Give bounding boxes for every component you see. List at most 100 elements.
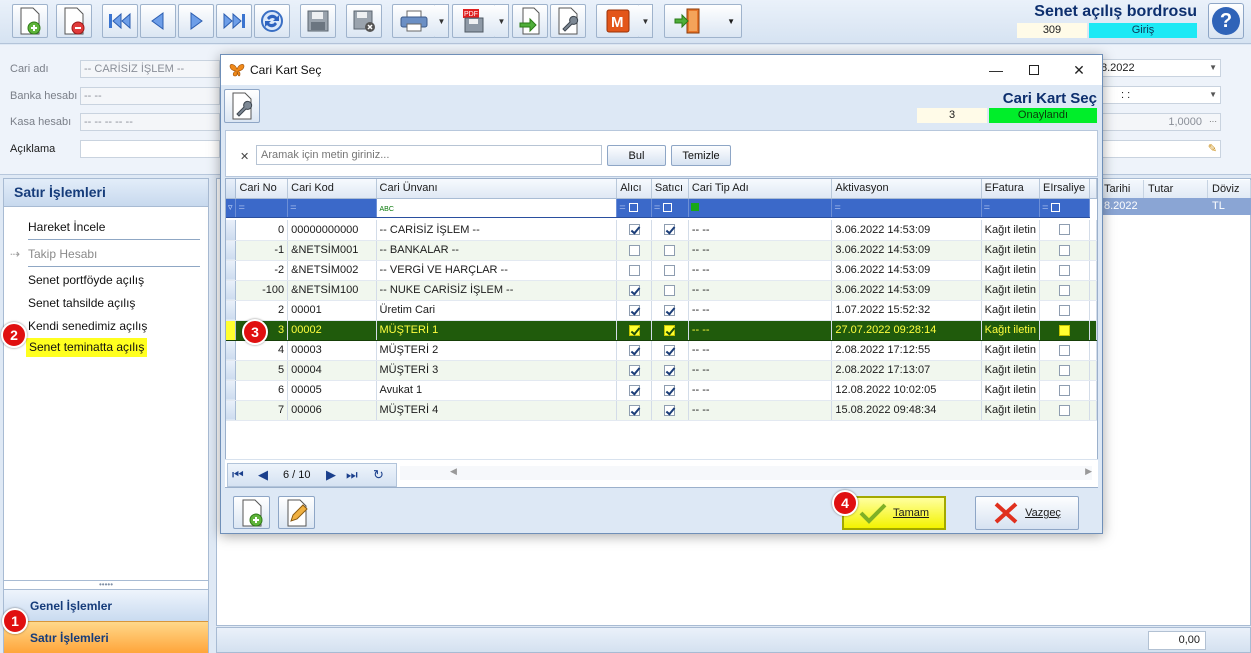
aciklama-extra-field[interactable]: ✎ [1097,140,1221,158]
cell-cari-tip[interactable]: -- -- [688,400,833,421]
col-alici[interactable]: Alıcı [616,179,652,199]
scroll-left-icon[interactable]: ◀ [450,466,457,477]
cell-cari-tip[interactable]: -- -- [688,360,833,381]
chevron-down-icon[interactable]: ▼ [1209,87,1217,103]
detail-cell-tutar[interactable] [1144,198,1208,215]
cell-efatura[interactable]: Kağıt iletin [981,280,1040,301]
cell-satici[interactable] [651,220,689,241]
cell-aktivasyon[interactable]: 12.08.2022 10:02:05 [831,380,982,401]
detail-cell-tarihi[interactable]: 8.2022 [1100,198,1144,215]
cell-eirsaliye[interactable] [1039,340,1090,361]
table-row[interactable]: 0 00000000000 -- CARİSİZ İŞLEM -- -- -- 3.06… [226,220,1097,241]
col-cari-no[interactable]: Cari No [235,179,289,199]
checkbox[interactable] [1058,324,1070,336]
cell-aktivasyon[interactable]: 1.07.2022 15:52:32 [831,300,982,321]
tab-genel-islemler[interactable]: Genel İşlemler [4,589,208,621]
row-indicator[interactable] [226,360,237,381]
cell-cari-kod[interactable]: 00002 [287,320,377,341]
checkbox[interactable] [664,264,676,276]
banka-hesabi-field[interactable]: -- -- [80,87,220,105]
cell-cari-no[interactable]: 0 [235,220,289,241]
filter-cari-unvani[interactable]: ABC [376,198,618,218]
exit-button[interactable]: ▼ [664,4,742,38]
cell-cari-tip[interactable]: -- -- [688,320,833,341]
m-button[interactable]: M [596,4,640,38]
filter-cari-no[interactable]: = [235,198,289,218]
cari-adi-field[interactable]: -- CARİSİZ İŞLEM -- [80,60,220,78]
cell-satici[interactable] [651,320,689,341]
left-item-senet-portfoyde[interactable]: Senet portföyde açılış [28,273,144,287]
pdf-export-button[interactable]: PDF [452,4,496,38]
cell-efatura[interactable]: Kağıt iletin [981,380,1040,401]
cell-efatura[interactable]: Kağıt iletin [981,240,1040,261]
checkbox[interactable] [628,264,640,276]
cell-aktivasyon[interactable]: 15.08.2022 09:48:34 [831,400,982,421]
checkbox[interactable] [664,384,676,396]
cell-cari-kod[interactable]: 00000000000 [287,220,377,241]
cell-alici[interactable] [616,380,652,401]
edit-cari-button[interactable] [278,496,315,529]
cell-cari-no[interactable]: 2 [235,300,289,321]
cell-cari-tip[interactable]: -- -- [688,300,833,321]
left-item-hareket-incele[interactable]: Hareket İncele [28,220,105,234]
row-indicator[interactable] [226,260,237,281]
cell-satici[interactable] [651,280,689,301]
new-button[interactable] [12,4,48,38]
checkbox[interactable] [1058,404,1070,416]
next-record-icon[interactable]: ▶ [326,467,336,483]
row-indicator[interactable] [226,340,237,361]
filter-efatura[interactable]: = [981,198,1040,218]
table-row[interactable]: 3 00002 MÜŞTERİ 1 -- -- 27.07.2022 09:28:14 K… [226,320,1097,341]
cell-alici[interactable] [616,220,652,241]
last-record-icon[interactable]: ⏭ [346,467,358,483]
cell-alici[interactable] [616,340,652,361]
detail-col-doviz[interactable]: Döviz [1208,180,1251,198]
checkbox[interactable] [664,244,676,256]
refresh-button[interactable] [254,4,290,38]
tab-satir-islemleri[interactable]: Satır İşlemleri [4,621,208,653]
new-cari-button[interactable] [233,496,270,529]
cell-aktivasyon[interactable]: 3.06.2022 14:53:09 [831,280,982,301]
table-row[interactable]: 2 00001 Üretim Cari -- -- 1.07.2022 15:52:32… [226,300,1097,321]
cell-efatura[interactable]: Kağıt iletin [981,220,1040,241]
cell-satici[interactable] [651,400,689,421]
col-cari-unvani[interactable]: Cari Ünvanı [376,179,618,199]
cell-satici[interactable] [651,240,689,261]
cell-eirsaliye[interactable] [1039,300,1090,321]
cell-cari-kod[interactable]: 00001 [287,300,377,321]
checkbox[interactable] [628,244,640,256]
cell-aktivasyon[interactable]: 3.06.2022 14:53:09 [831,240,982,261]
pdf-dropdown[interactable]: ▼ [495,4,509,38]
table-row[interactable]: -100 &NETSİM100 -- NUKE CARİSİZ İŞLEM -- --… [226,280,1097,301]
checkbox[interactable] [1058,284,1070,296]
detail-col-tutar[interactable]: Tutar [1144,180,1208,198]
checkbox[interactable] [628,224,640,236]
cell-alici[interactable] [616,400,652,421]
row-indicator[interactable] [226,320,237,341]
cell-satici[interactable] [651,300,689,321]
checkbox[interactable] [1058,244,1070,256]
table-row[interactable]: -2 &NETSİM002 -- VERGİ VE HARÇLAR -- -- -- 3… [226,260,1097,281]
chevron-down-icon[interactable]: ▼ [1209,60,1217,76]
cell-efatura[interactable]: Kağıt iletin [981,340,1040,361]
cell-alici[interactable] [616,260,652,281]
cell-cari-no[interactable]: 7 [235,400,289,421]
previous-record-button[interactable] [140,4,176,38]
col-cari-tip-adi[interactable]: Cari Tip Adı [688,179,833,199]
cell-eirsaliye[interactable] [1039,280,1090,301]
filter-eirsaliye[interactable]: = [1039,198,1090,218]
cell-alici[interactable] [616,300,652,321]
cell-cari-unvani[interactable]: -- CARİSİZ İŞLEM -- [376,220,618,241]
refresh-icon[interactable]: ↻ [373,467,384,483]
checkbox[interactable] [628,284,640,296]
maximize-button[interactable] [1016,58,1052,82]
left-item-senet-teminatta[interactable]: Senet teminatta açılış [26,338,148,357]
row-indicator[interactable] [226,380,237,401]
checkbox[interactable] [1058,264,1070,276]
cell-aktivasyon[interactable]: 3.06.2022 14:53:09 [831,260,982,281]
cell-satici[interactable] [651,260,689,281]
cell-cari-tip[interactable]: -- -- [688,280,833,301]
eraser-icon[interactable]: ✎ [1208,141,1217,157]
ellipsis-icon[interactable]: ··· [1209,114,1217,130]
checkbox[interactable] [664,364,676,376]
